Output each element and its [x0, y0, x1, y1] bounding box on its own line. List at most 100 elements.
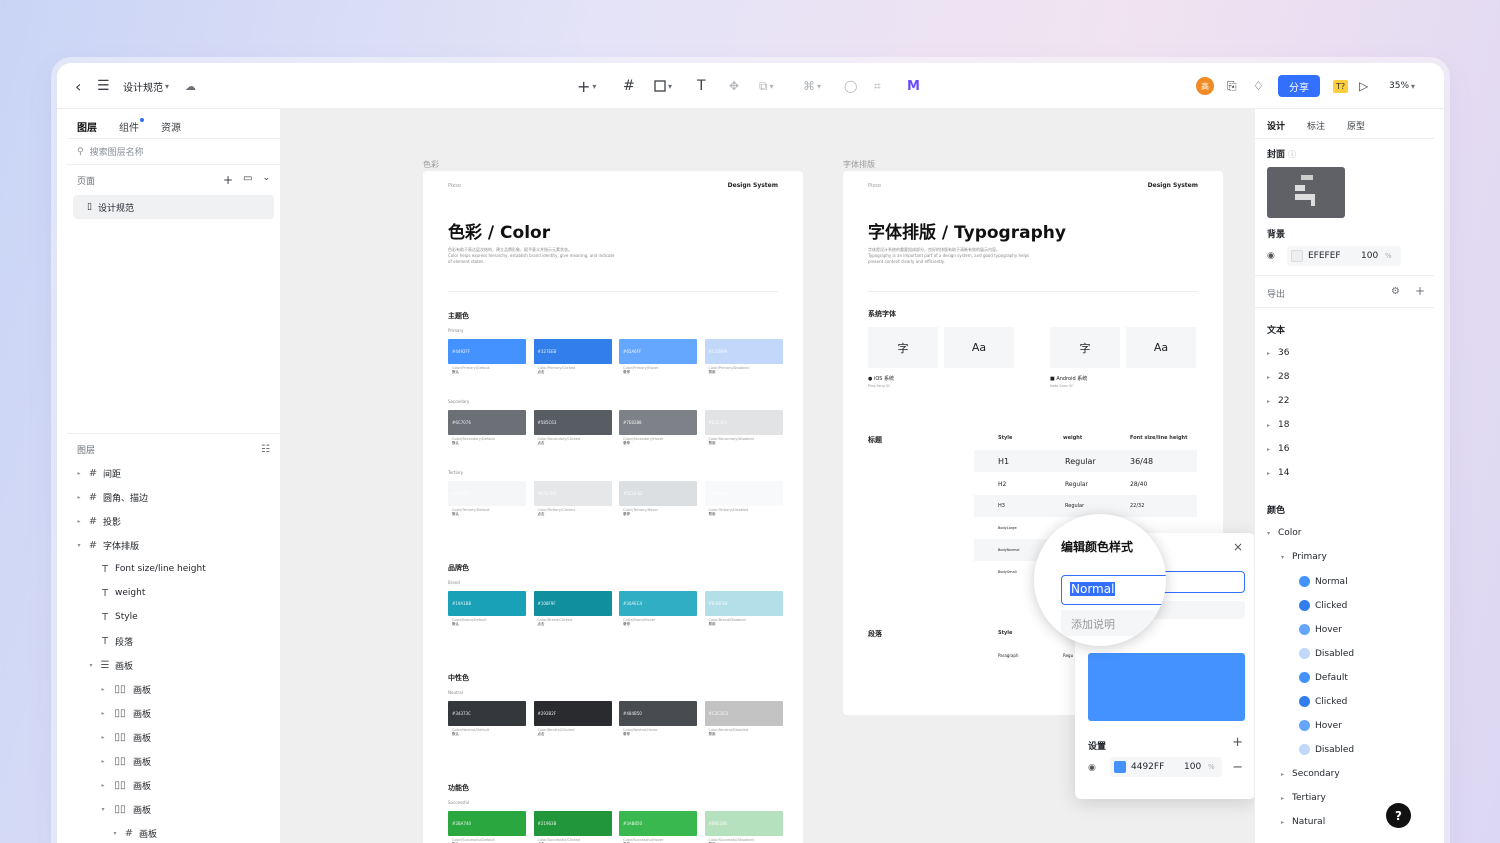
layer-item[interactable]: ▸ ▯▯ 画板: [67, 773, 280, 797]
color-frame[interactable]: Pixso Design System 色彩 / Color 色彩有助于表达层次…: [423, 171, 803, 843]
tab-annotate[interactable]: 标注: [1307, 119, 1325, 138]
layer-twisty-icon[interactable]: ▾: [87, 662, 95, 669]
layer-twisty-icon[interactable]: ▸: [75, 518, 83, 525]
color-swatch[interactable]: #2BA740Color/Successful/Default默认: [448, 811, 526, 843]
layer-item[interactable]: ▸ ▯▯ 画板: [67, 677, 280, 701]
color-style-item[interactable]: Hover: [1299, 624, 1342, 635]
export-settings-icon[interactable]: ⚙: [1391, 286, 1400, 297]
expand-icon[interactable]: ▸: [1267, 374, 1273, 381]
color-style-item[interactable]: Normal: [1299, 576, 1348, 587]
layer-item[interactable]: ▸ # 投影: [67, 509, 280, 533]
text-style-item[interactable]: ▸ 28: [1267, 372, 1289, 382]
layer-twisty-icon[interactable]: ▸: [99, 758, 107, 765]
frame-tool-icon[interactable]: #: [623, 78, 635, 94]
menu-icon[interactable]: ☰: [97, 78, 110, 94]
color-swatch[interactable]: #21963BColor/Successful/Clicked点击: [533, 811, 612, 843]
expand-icon[interactable]: ▸: [1267, 470, 1273, 477]
color-style-item[interactable]: Default: [1299, 672, 1348, 683]
text-style-item[interactable]: ▸ 16: [1267, 444, 1289, 454]
layer-item[interactable]: ▾ ☰ 画板: [67, 653, 280, 677]
color-swatch[interactable]: #30AEC4 Color/Brand/Hover 悬停: [619, 591, 697, 629]
layer-item[interactable]: ▸ # 间距: [67, 461, 280, 485]
text-style-item[interactable]: ▸ 36: [1267, 348, 1289, 358]
layer-twisty-icon[interactable]: ▾: [99, 806, 107, 813]
layer-twisty-icon[interactable]: ▸: [99, 734, 107, 741]
expand-icon[interactable]: ▸: [1267, 398, 1273, 405]
color-swatch[interactable]: #7E8288 Color/Secondary/Hover 悬停: [619, 410, 697, 448]
layer-twisty-icon[interactable]: ▾: [111, 830, 119, 837]
move-icon[interactable]: ✥: [729, 79, 739, 93]
layer-twisty-icon[interactable]: ▸: [99, 686, 107, 693]
color-swatch[interactable]: #DCDFE2 Color/Tertiary/Hover 悬停: [619, 481, 697, 519]
layer-item[interactable]: T Style: [67, 605, 280, 629]
tab-assets[interactable]: 资源: [161, 119, 181, 138]
desc-input[interactable]: 添加说明: [1061, 610, 1166, 636]
search-input[interactable]: 搜索图层名称: [90, 145, 144, 158]
color-swatch[interactable]: #327EEB Color/Primary/Clicked 点击: [533, 339, 612, 377]
fill-row[interactable]: 4492FF 100 %: [1110, 757, 1222, 777]
layer-twisty-icon[interactable]: ▾: [75, 542, 83, 549]
color-swatch[interactable]: #F8F9FA Color/Tertiary/Disabled 禁用: [704, 481, 783, 519]
layer-search[interactable]: ⚲ 搜索图层名称: [67, 139, 280, 165]
color-swatch[interactable]: #E2E3E4 Color/Secondary/Disabled 禁用: [704, 410, 783, 448]
color-style-item[interactable]: Disabled: [1299, 744, 1354, 755]
insert-tool[interactable]: + ▾: [577, 63, 596, 109]
collapse-icon[interactable]: ⌄: [262, 173, 270, 187]
layer-item[interactable]: Tweight: [67, 581, 280, 605]
tab-components[interactable]: 组件: [119, 118, 144, 138]
color-style-item[interactable]: Hover: [1299, 720, 1342, 731]
text-style-item[interactable]: ▸ 14: [1267, 468, 1289, 478]
tab-layers[interactable]: 图层: [77, 119, 97, 138]
color-swatch[interactable]: #484B50 Color/Neutral/Hover 悬停: [619, 701, 697, 739]
layer-twisty-icon[interactable]: ▸: [99, 782, 107, 789]
color-subgroup-item[interactable]: ▸ Natural: [1281, 817, 1325, 827]
doc-title-dropdown[interactable]: 设计规范 ▾: [123, 63, 169, 109]
expand-icon[interactable]: ▸: [1281, 819, 1287, 826]
eye-icon[interactable]: ◉: [1088, 763, 1096, 773]
text-style-item[interactable]: ▸ 22: [1267, 396, 1289, 406]
color-swatch[interactable]: #292B2F Color/Neutral/Clicked 点击: [533, 701, 612, 739]
color-frame-label[interactable]: 色彩: [423, 159, 439, 170]
remove-fill-icon[interactable]: −: [1232, 760, 1243, 775]
bg-fill-row[interactable]: EFEFEF 100 %: [1287, 246, 1401, 266]
type-frame-label[interactable]: 字体排版: [843, 159, 875, 170]
color-swatch[interactable]: #19A1B8 Color/Brand/Default 默认: [448, 591, 526, 629]
layer-item[interactable]: ▸ ▯▯ 画板: [67, 725, 280, 749]
expand-icon[interactable]: ▸: [1267, 446, 1273, 453]
help-button[interactable]: ?: [1386, 803, 1411, 828]
play-icon[interactable]: ▷: [1359, 79, 1368, 93]
bg-opacity[interactable]: 100: [1361, 251, 1378, 261]
crop-icon[interactable]: ⌗: [874, 79, 881, 94]
collapse-all-icon[interactable]: ☷: [261, 444, 270, 455]
expand-icon[interactable]: ▸: [1281, 795, 1287, 802]
layer-item[interactable]: ▾ ▯▯ 画板: [67, 797, 280, 821]
layer-twisty-icon[interactable]: ▸: [75, 494, 83, 501]
color-swatch[interactable]: #C1D8FA Color/Primary/Disabled 禁用: [704, 339, 783, 377]
bg-hex[interactable]: EFEFEF: [1308, 251, 1341, 261]
layer-item[interactable]: ▸ ▯▯ 画板: [67, 701, 280, 725]
color-style-item[interactable]: Clicked: [1299, 696, 1347, 707]
color-subgroup-item[interactable]: ▸ Secondary: [1281, 769, 1340, 779]
expand-icon[interactable]: ▸: [1267, 422, 1273, 429]
color-subgroup-item[interactable]: ▸ Tertiary: [1281, 793, 1326, 803]
color-group-item[interactable]: ▾ Color: [1267, 528, 1302, 538]
color-swatch[interactable]: #108F9F Color/Brand/Clicked 点击: [533, 591, 612, 629]
page-item-design-spec[interactable]: ▯ 设计规范: [73, 195, 274, 219]
folder-icon[interactable]: ▭: [243, 173, 252, 187]
color-swatch[interactable]: #B3DFE8 Color/Brand/Disabled 禁用: [704, 591, 783, 629]
layer-item[interactable]: ▾ # 字体排版: [67, 533, 280, 557]
user-avatar[interactable]: 高: [1196, 77, 1214, 95]
color-swatch[interactable]: #C3C3C3 Color/Neutral/Disabled 禁用: [704, 701, 783, 739]
color-swatch[interactable]: #65A6FF Color/Primary/Hover 悬停: [619, 339, 697, 377]
layer-twisty-icon[interactable]: ▸: [99, 710, 107, 717]
back-icon[interactable]: ‹: [75, 77, 81, 96]
font-missing-badge[interactable]: T?: [1333, 79, 1349, 93]
ai-icon[interactable]: M: [907, 79, 920, 94]
bulb-icon[interactable]: ♢: [1253, 79, 1264, 93]
color-swatch[interactable]: #F5F6F7 Color/Tertiary/Default 默认: [448, 481, 526, 519]
color-swatch[interactable]: #B6E1BEColor/Successful/Disabled禁用: [704, 811, 783, 843]
fill-color-chip[interactable]: [1114, 761, 1126, 773]
zoom-dropdown[interactable]: 35% ▾: [1389, 63, 1415, 109]
text-style-item[interactable]: ▸ 18: [1267, 420, 1289, 430]
layer-item[interactable]: T Font size/line height: [67, 557, 280, 581]
